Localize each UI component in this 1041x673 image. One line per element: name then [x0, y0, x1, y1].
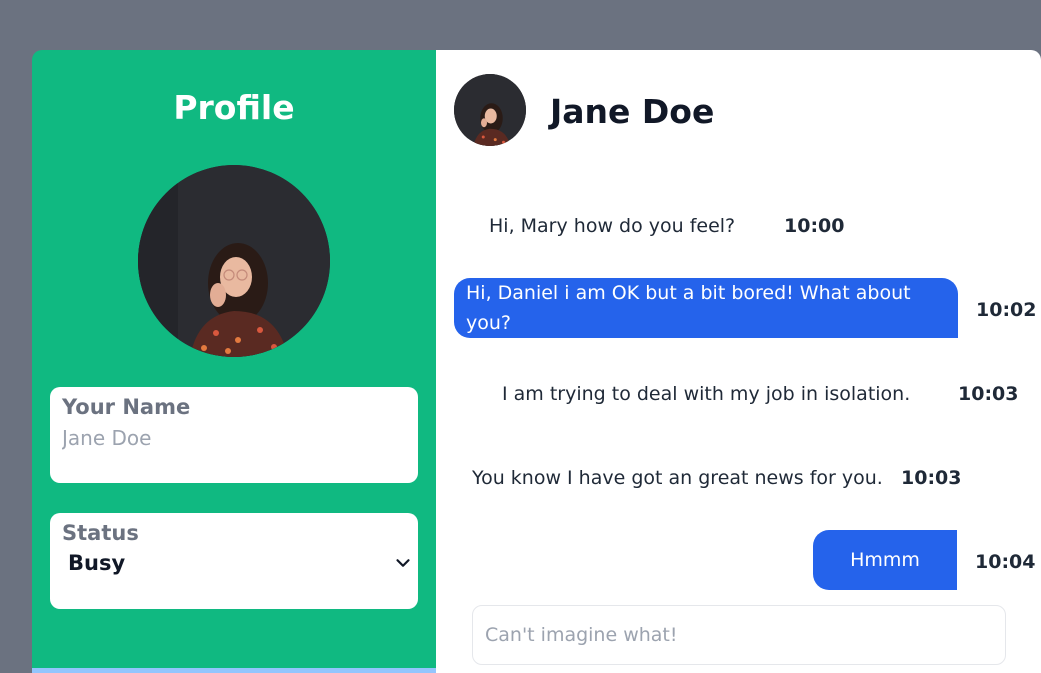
status-select[interactable]: Busy	[62, 547, 414, 579]
profile-bottom-bar	[32, 668, 436, 673]
name-card: Your Name	[50, 387, 418, 483]
status-label: Status	[62, 521, 139, 545]
profile-title: Profile	[173, 88, 295, 127]
message-time: 10:02	[976, 299, 1037, 321]
message-time: 10:03	[958, 383, 1019, 405]
message-text: I am trying to deal with my job in isola…	[502, 383, 911, 405]
sent-message-bubble: Hi, Daniel i am OK but a bit bored! What…	[454, 278, 958, 338]
message-time: 10:04	[975, 551, 1036, 573]
contact-photo	[454, 74, 526, 146]
profile-photo	[138, 165, 330, 357]
message-time: 10:03	[901, 467, 962, 489]
message-text: You know I have got an great news for yo…	[472, 467, 883, 489]
status-card: Status Busy	[50, 513, 418, 609]
name-label: Your Name	[62, 395, 191, 419]
contact-name: Jane Doe	[550, 92, 715, 131]
name-input[interactable]	[62, 423, 402, 453]
message-text: Hi, Mary how do you feel?	[489, 215, 736, 237]
chevron-down-icon	[396, 559, 410, 567]
status-value: Busy	[68, 551, 126, 575]
message-input[interactable]	[472, 605, 1006, 665]
message-time: 10:00	[784, 215, 845, 237]
profile-avatar	[138, 165, 330, 357]
profile-panel: Profile Your Name Jane Doe Status Busy	[32, 50, 436, 673]
chat-app: Profile Your Name Jane Doe Status Busy J…	[32, 50, 1041, 673]
chat-panel: Jane Doe Hi, Mary how do you feel? 10:00…	[436, 50, 1041, 673]
contact-avatar[interactable]	[454, 74, 526, 146]
sent-message-bubble: Hmmm	[813, 530, 957, 590]
